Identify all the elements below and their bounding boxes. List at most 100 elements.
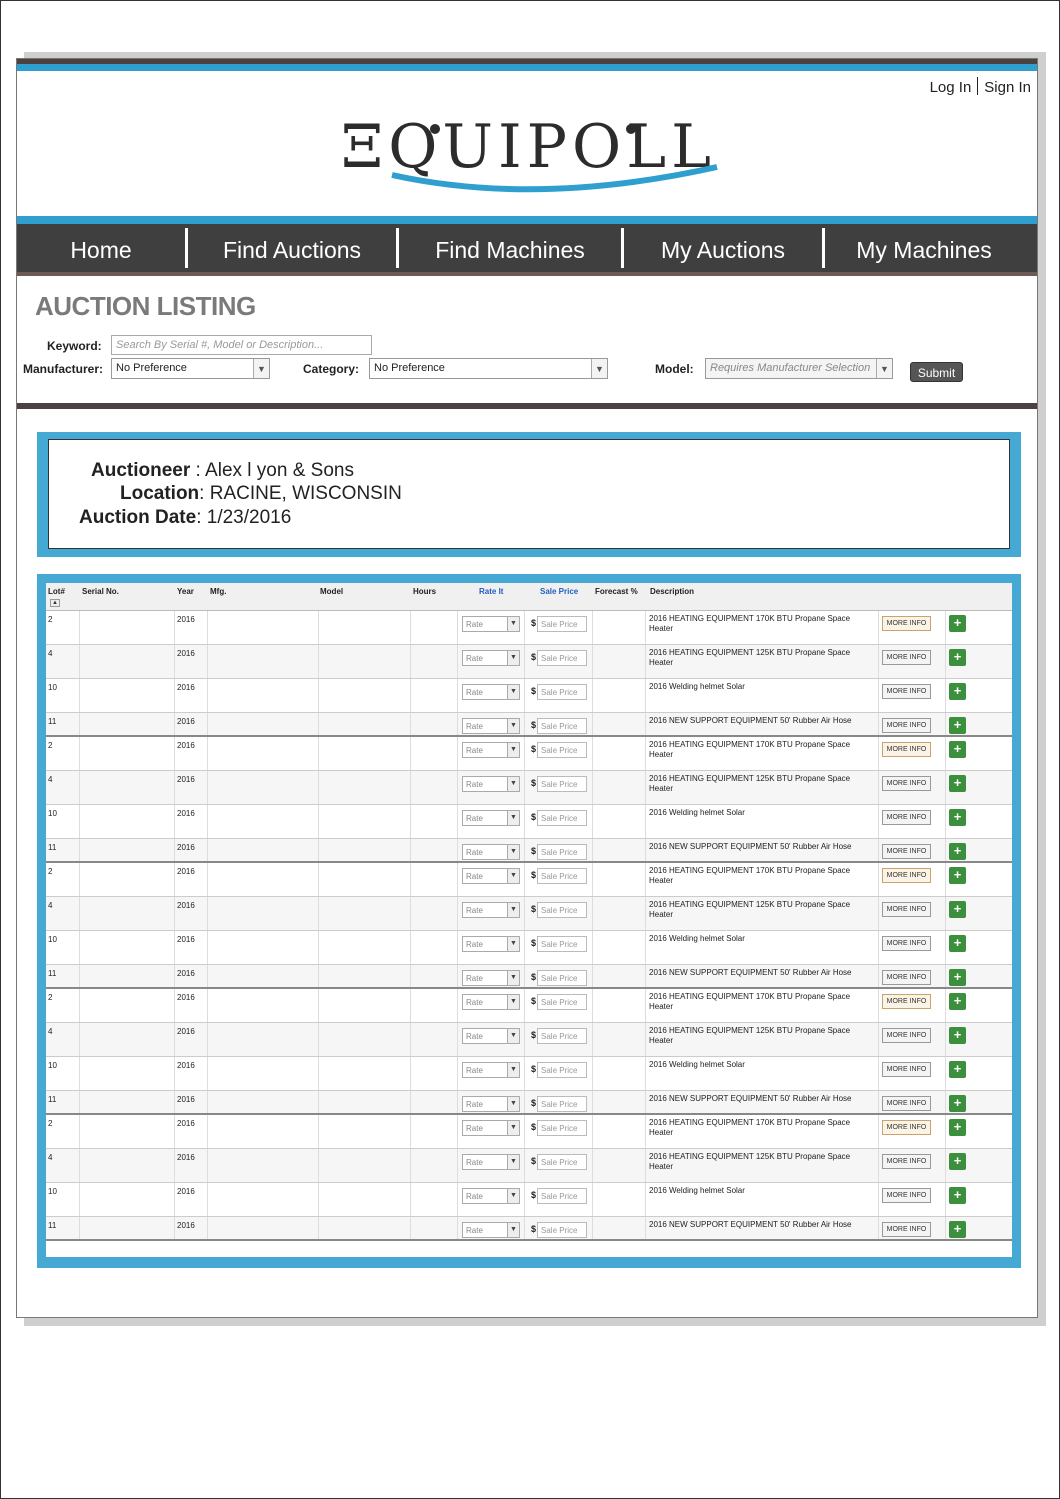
add-icon[interactable]: + bbox=[949, 969, 966, 986]
col-rate[interactable]: Rate It bbox=[479, 587, 503, 596]
sale-price-input[interactable]: Sale Price bbox=[537, 936, 587, 952]
add-icon[interactable]: + bbox=[949, 717, 966, 734]
add-icon[interactable]: + bbox=[949, 1061, 966, 1078]
sale-price-input[interactable]: Sale Price bbox=[537, 1120, 587, 1136]
add-icon[interactable]: + bbox=[949, 993, 966, 1010]
more-info-button[interactable]: MORE INFO bbox=[882, 1028, 931, 1043]
more-info-button[interactable]: MORE INFO bbox=[882, 902, 931, 917]
rate-select[interactable]: Rate ▼ bbox=[462, 1028, 520, 1044]
rate-select[interactable]: Rate ▼ bbox=[462, 776, 520, 792]
col-mfg[interactable]: Mfg. bbox=[210, 587, 226, 596]
add-icon[interactable]: + bbox=[949, 935, 966, 952]
add-icon[interactable]: + bbox=[949, 1187, 966, 1204]
rate-select[interactable]: Rate ▼ bbox=[462, 868, 520, 884]
more-info-button[interactable]: MORE INFO bbox=[882, 810, 931, 825]
nav-find-machines[interactable]: Find Machines bbox=[399, 224, 621, 272]
more-info-button[interactable]: MORE INFO bbox=[882, 1222, 931, 1237]
login-link[interactable]: Log In bbox=[930, 79, 972, 96]
add-icon[interactable]: + bbox=[949, 1221, 966, 1238]
rate-select[interactable]: Rate ▼ bbox=[462, 742, 520, 758]
col-hours[interactable]: Hours bbox=[413, 587, 436, 596]
sale-price-input[interactable]: Sale Price bbox=[537, 970, 587, 986]
add-icon[interactable]: + bbox=[949, 809, 966, 826]
equipoll-logo[interactable]: ΞQUIPOLL bbox=[337, 107, 757, 197]
add-icon[interactable]: + bbox=[949, 1153, 966, 1170]
rate-select[interactable]: Rate ▼ bbox=[462, 650, 520, 666]
sale-price-input[interactable]: Sale Price bbox=[537, 1062, 587, 1078]
add-icon[interactable]: + bbox=[949, 1027, 966, 1044]
add-icon[interactable]: + bbox=[949, 775, 966, 792]
add-icon[interactable]: + bbox=[949, 649, 966, 666]
sale-price-input[interactable]: Sale Price bbox=[537, 810, 587, 826]
more-info-button[interactable]: MORE INFO bbox=[882, 616, 931, 631]
sale-price-input[interactable]: Sale Price bbox=[537, 1028, 587, 1044]
col-description[interactable]: Description bbox=[650, 587, 694, 596]
sale-price-input[interactable]: Sale Price bbox=[537, 718, 587, 734]
more-info-button[interactable]: MORE INFO bbox=[882, 868, 931, 883]
sale-price-input[interactable]: Sale Price bbox=[537, 1096, 587, 1112]
col-sale-price[interactable]: Sale Price bbox=[540, 587, 578, 596]
sale-price-input[interactable]: Sale Price bbox=[537, 776, 587, 792]
more-info-button[interactable]: MORE INFO bbox=[882, 1062, 931, 1077]
sale-price-input[interactable]: Sale Price bbox=[537, 994, 587, 1010]
more-info-button[interactable]: MORE INFO bbox=[882, 844, 931, 859]
add-icon[interactable]: + bbox=[949, 741, 966, 758]
nav-find-auctions[interactable]: Find Auctions bbox=[188, 224, 396, 272]
more-info-button[interactable]: MORE INFO bbox=[882, 970, 931, 985]
sale-price-input[interactable]: Sale Price bbox=[537, 742, 587, 758]
rate-select[interactable]: Rate ▼ bbox=[462, 902, 520, 918]
add-icon[interactable]: + bbox=[949, 1095, 966, 1112]
rate-select[interactable]: Rate ▼ bbox=[462, 1096, 520, 1112]
more-info-button[interactable]: MORE INFO bbox=[882, 1154, 931, 1169]
rate-select[interactable]: Rate ▼ bbox=[462, 1222, 520, 1238]
rate-select[interactable]: Rate ▼ bbox=[462, 1188, 520, 1204]
category-select[interactable]: No Preference ▼ bbox=[369, 358, 608, 379]
nav-my-machines[interactable]: My Machines bbox=[825, 224, 1023, 272]
model-select[interactable]: Requires Manufacturer Selection ▼ bbox=[705, 358, 893, 379]
col-forecast[interactable]: Forecast % bbox=[595, 587, 638, 596]
rate-select[interactable]: Rate ▼ bbox=[462, 970, 520, 986]
add-icon[interactable]: + bbox=[949, 683, 966, 700]
sale-price-input[interactable]: Sale Price bbox=[537, 1154, 587, 1170]
more-info-button[interactable]: MORE INFO bbox=[882, 1120, 931, 1135]
sale-price-input[interactable]: Sale Price bbox=[537, 684, 587, 700]
more-info-button[interactable]: MORE INFO bbox=[882, 718, 931, 733]
add-icon[interactable]: + bbox=[949, 615, 966, 632]
signin-link[interactable]: Sign In bbox=[984, 79, 1031, 96]
sale-price-input[interactable]: Sale Price bbox=[537, 1188, 587, 1204]
more-info-button[interactable]: MORE INFO bbox=[882, 994, 931, 1009]
col-year[interactable]: Year bbox=[177, 587, 194, 596]
col-serial[interactable]: Serial No. bbox=[82, 587, 119, 596]
rate-select[interactable]: Rate ▼ bbox=[462, 936, 520, 952]
more-info-button[interactable]: MORE INFO bbox=[882, 684, 931, 699]
sale-price-input[interactable]: Sale Price bbox=[537, 868, 587, 884]
rate-select[interactable]: Rate ▼ bbox=[462, 1062, 520, 1078]
rate-select[interactable]: Rate ▼ bbox=[462, 684, 520, 700]
add-icon[interactable]: + bbox=[949, 867, 966, 884]
col-model[interactable]: Model bbox=[320, 587, 343, 596]
sort-up-icon[interactable]: ▲ bbox=[50, 599, 60, 607]
nav-my-auctions[interactable]: My Auctions bbox=[624, 224, 822, 272]
more-info-button[interactable]: MORE INFO bbox=[882, 936, 931, 951]
rate-select[interactable]: Rate ▼ bbox=[462, 718, 520, 734]
add-icon[interactable]: + bbox=[949, 1119, 966, 1136]
submit-button[interactable]: Submit bbox=[910, 362, 963, 382]
more-info-button[interactable]: MORE INFO bbox=[882, 776, 931, 791]
sale-price-input[interactable]: Sale Price bbox=[537, 902, 587, 918]
add-icon[interactable]: + bbox=[949, 901, 966, 918]
more-info-button[interactable]: MORE INFO bbox=[882, 650, 931, 665]
rate-select[interactable]: Rate ▼ bbox=[462, 1154, 520, 1170]
sale-price-input[interactable]: Sale Price bbox=[537, 616, 587, 632]
sale-price-input[interactable]: Sale Price bbox=[537, 844, 587, 860]
rate-select[interactable]: Rate ▼ bbox=[462, 616, 520, 632]
add-icon[interactable]: + bbox=[949, 843, 966, 860]
rate-select[interactable]: Rate ▼ bbox=[462, 994, 520, 1010]
rate-select[interactable]: Rate ▼ bbox=[462, 844, 520, 860]
rate-select[interactable]: Rate ▼ bbox=[462, 1120, 520, 1136]
nav-home[interactable]: Home bbox=[17, 224, 185, 272]
rate-select[interactable]: Rate ▼ bbox=[462, 810, 520, 826]
col-lot[interactable]: Lot# bbox=[48, 587, 65, 596]
more-info-button[interactable]: MORE INFO bbox=[882, 1096, 931, 1111]
sale-price-input[interactable]: Sale Price bbox=[537, 650, 587, 666]
more-info-button[interactable]: MORE INFO bbox=[882, 742, 931, 757]
